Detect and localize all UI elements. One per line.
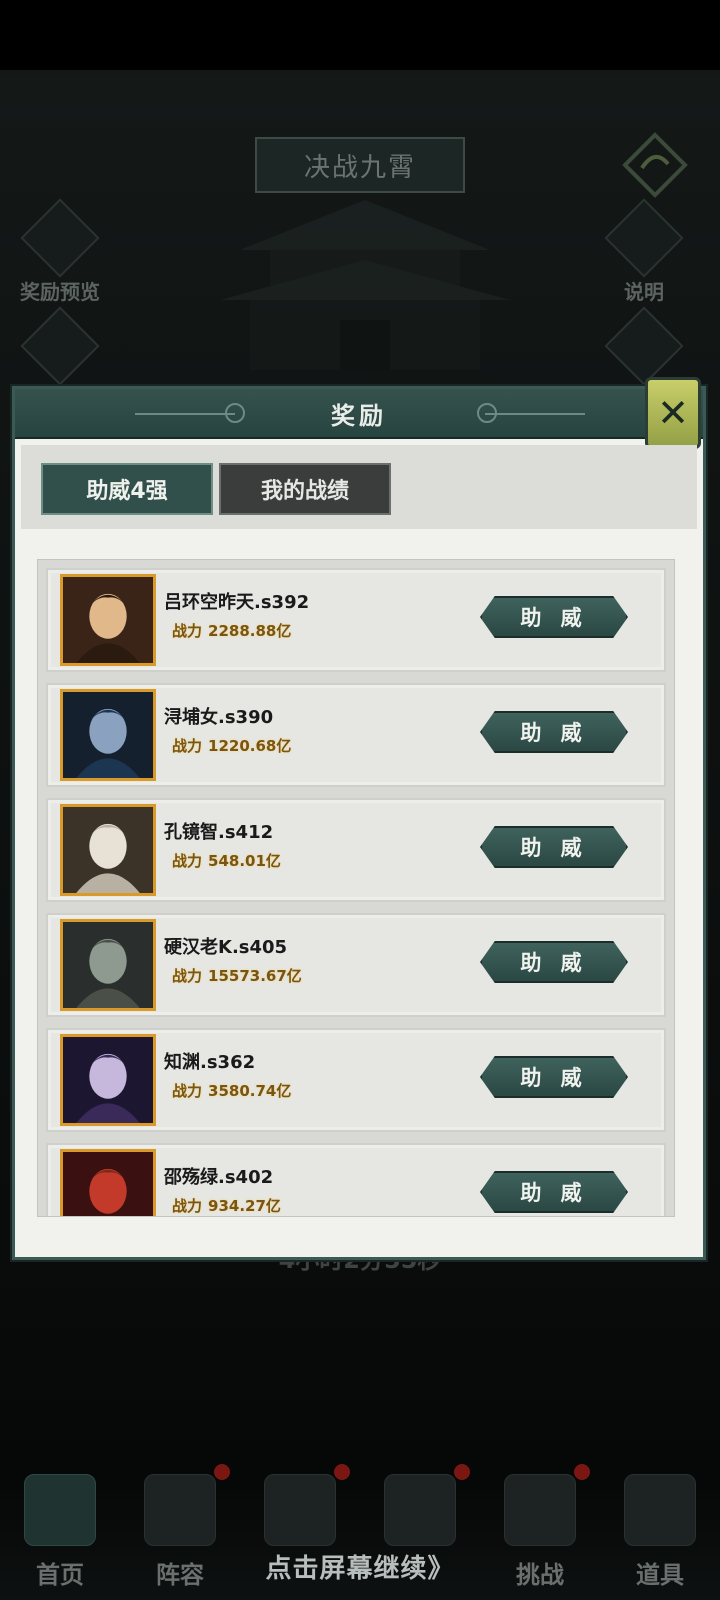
close-x-icon: ✕ (657, 391, 689, 435)
nav-icon (624, 1474, 696, 1546)
cheer-button[interactable]: 助 威 (480, 596, 628, 638)
player-row: 吕环空昨天.s392 战力 2288.88亿 助 威 (46, 568, 666, 672)
player-name: 吕环空昨天.s392 (164, 592, 310, 613)
cheer-button[interactable]: 助 威 (480, 711, 628, 753)
player-name: 硬汉老K.s405 (164, 937, 288, 958)
player-name: 邵殇绿.s402 (164, 1167, 274, 1188)
event-title-plate: 决战九霄 (255, 137, 465, 193)
cheer-button-label: 助 威 (520, 951, 588, 975)
power-label: 战力 (172, 1082, 203, 1100)
player-name: 知渊.s362 (164, 1052, 256, 1073)
power-value: 934.27亿 (208, 1197, 281, 1215)
side-button-2[interactable] (10, 306, 110, 386)
nav-icon (144, 1474, 216, 1546)
portrait-icon (63, 922, 153, 1008)
tab-my-record[interactable]: 我的战绩 (219, 463, 391, 515)
cheer-button[interactable]: 助 威 (480, 1056, 628, 1098)
portrait-icon (63, 1152, 153, 1216)
player-row: 邵殇绿.s402 战力 934.27亿 助 威 (46, 1143, 666, 1216)
player-list[interactable]: 吕环空昨天.s392 战力 2288.88亿助 威浔埔女.s390 战力 1220.68… (37, 559, 675, 1217)
reward-preview-button[interactable]: 奖励预览 (10, 198, 110, 305)
cheer-button[interactable]: 助 威 (480, 826, 628, 868)
close-button[interactable]: ✕ (645, 377, 701, 449)
header-ornament-right (485, 413, 585, 415)
event-emblem-icon (622, 132, 688, 198)
instructions-button[interactable]: 说明 (594, 198, 694, 305)
portrait-icon (63, 1037, 153, 1123)
status-bar (0, 0, 720, 70)
nav-icon (264, 1474, 336, 1546)
reward-modal: 奖励 ✕ 助威4强 我的战绩 吕环空昨天.s392 战力 2288.88亿助 威浔埔… (12, 377, 706, 1260)
instructions-label: 说明 (624, 280, 664, 304)
portrait-icon (63, 807, 153, 893)
tab-cheer-top4[interactable]: 助威4强 (41, 463, 213, 515)
power-value: 2288.88亿 (208, 622, 292, 640)
cheer-button[interactable]: 助 威 (480, 1171, 628, 1213)
player-power: 战力 2288.88亿 (172, 620, 291, 641)
portrait-icon (63, 577, 153, 663)
player-power: 战力 1220.68亿 (172, 735, 291, 756)
portrait-icon (63, 692, 153, 778)
notification-dot-icon (214, 1464, 230, 1480)
lotus-icon (604, 306, 684, 386)
power-value: 15573.67亿 (208, 967, 302, 985)
cheer-button-label: 助 威 (520, 1181, 588, 1205)
player-row: 硬汉老K.s405 战力 15573.67亿 助 威 (46, 913, 666, 1017)
player-avatar (60, 804, 156, 896)
player-avatar (60, 689, 156, 781)
player-avatar (60, 1149, 156, 1216)
player-avatar (60, 919, 156, 1011)
player-power: 战力 548.01亿 (172, 850, 281, 871)
player-name: 孔镜智.s412 (164, 822, 274, 843)
cheer-button-label: 助 威 (520, 1066, 588, 1090)
cheer-button-label: 助 威 (520, 836, 588, 860)
power-value: 548.01亿 (208, 852, 281, 870)
cheer-button-label: 助 威 (520, 606, 588, 630)
power-label: 战力 (172, 852, 203, 870)
power-label: 战力 (172, 1197, 203, 1215)
modal-title: 奖励 (331, 401, 387, 430)
reward-preview-label: 奖励预览 (20, 280, 100, 304)
player-power: 战力 934.27亿 (172, 1195, 281, 1216)
nav-icon (384, 1474, 456, 1546)
chest-icon (20, 198, 100, 278)
scroll-icon (604, 198, 684, 278)
cheer-button[interactable]: 助 威 (480, 941, 628, 983)
player-row: 孔镜智.s412 战力 548.01亿 助 威 (46, 798, 666, 902)
player-avatar (60, 574, 156, 666)
header-ornament-left (135, 413, 235, 415)
power-value: 1220.68亿 (208, 737, 292, 755)
event-title: 决战九霄 (303, 152, 416, 183)
player-name: 浔埔女.s390 (164, 707, 274, 728)
notification-dot-icon (334, 1464, 350, 1480)
power-label: 战力 (172, 967, 203, 985)
player-row: 知渊.s362 战力 3580.74亿 助 威 (46, 1028, 666, 1132)
power-value: 3580.74亿 (208, 1082, 292, 1100)
nav-icon (504, 1474, 576, 1546)
dragon-icon (20, 306, 100, 386)
cheer-button-label: 助 威 (520, 721, 588, 745)
modal-header: 奖励 (15, 389, 703, 439)
header-knot-left (225, 403, 245, 423)
tab-bar: 助威4强 我的战绩 (21, 445, 697, 529)
nav-icon (24, 1474, 96, 1546)
player-power: 战力 15573.67亿 (172, 965, 302, 986)
power-label: 战力 (172, 737, 203, 755)
player-avatar (60, 1034, 156, 1126)
power-label: 战力 (172, 622, 203, 640)
player-row: 浔埔女.s390 战力 1220.68亿 助 威 (46, 683, 666, 787)
player-power: 战力 3580.74亿 (172, 1080, 291, 1101)
continue-hint[interactable]: 点击屏幕继续》 (0, 1548, 720, 1585)
notification-dot-icon (574, 1464, 590, 1480)
notification-dot-icon (454, 1464, 470, 1480)
palace-illustration (220, 200, 510, 370)
side-button-4[interactable] (594, 306, 694, 386)
